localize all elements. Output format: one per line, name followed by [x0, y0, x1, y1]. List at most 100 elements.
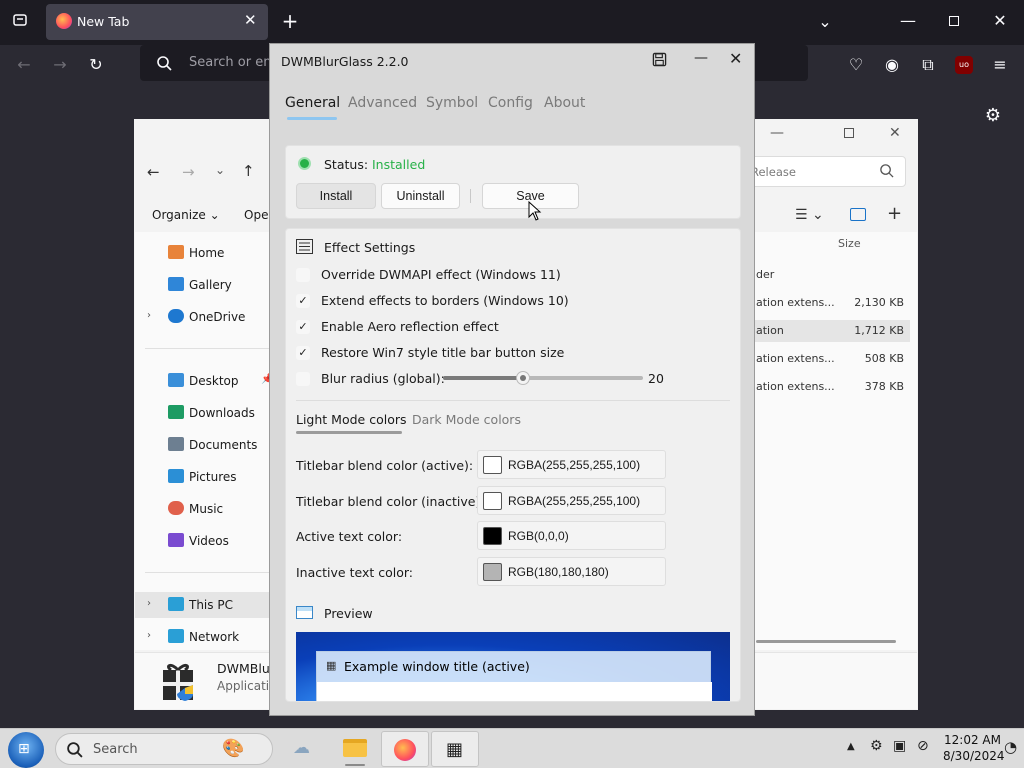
- notifications-icon[interactable]: ◔: [1004, 738, 1017, 756]
- settings-gear-icon[interactable]: ⚙: [983, 106, 1003, 126]
- explorer-back-icon[interactable]: ←: [147, 163, 160, 181]
- nav-item-gallery[interactable]: Gallery: [168, 274, 278, 296]
- clock-date[interactable]: 8/30/2024: [943, 749, 1005, 763]
- nav-item-network[interactable]: Network: [168, 626, 278, 648]
- minimize-icon[interactable]: —: [898, 11, 918, 31]
- slider-thumb[interactable]: [516, 371, 530, 385]
- ublock-icon[interactable]: uo: [955, 56, 973, 74]
- details-pane-icon[interactable]: [850, 208, 866, 221]
- taskbar-file-explorer[interactable]: [331, 731, 379, 767]
- install-button[interactable]: Install: [296, 183, 376, 209]
- active-text-color-picker[interactable]: RGB(0,0,0): [477, 521, 666, 550]
- taskbar-dwmblurglass[interactable]: ▦: [431, 731, 479, 767]
- picture-icon: [168, 469, 184, 483]
- blur-radius-checkbox[interactable]: [296, 372, 310, 386]
- forward-icon[interactable]: →: [50, 55, 70, 75]
- up-folder-icon[interactable]: ↑: [242, 162, 255, 180]
- effect-settings-heading: Effect Settings: [324, 240, 416, 255]
- nav-item-home[interactable]: Home: [168, 242, 278, 264]
- save-config-icon[interactable]: [652, 52, 667, 70]
- tab-symbol[interactable]: Symbol: [426, 95, 478, 111]
- display-icon[interactable]: ▣: [893, 738, 906, 754]
- file-size: 2,130 KB: [854, 296, 904, 309]
- expand-thispc-icon[interactable]: ›: [147, 598, 151, 609]
- color-label: Active text color:: [296, 529, 403, 544]
- expand-network-icon[interactable]: ›: [147, 630, 151, 641]
- nav-item-downloads[interactable]: Downloads: [168, 402, 278, 424]
- override-dwmapi-checkbox[interactable]: [296, 268, 310, 282]
- file-type: ation extens...: [756, 352, 835, 365]
- tab-general[interactable]: General: [285, 95, 340, 111]
- extensions-icon[interactable]: ⧉: [918, 55, 938, 75]
- nav-item-documents[interactable]: Documents: [168, 434, 278, 456]
- network-disconnected-icon[interactable]: ⊘: [917, 738, 929, 754]
- windows-logo-icon: ⊞: [18, 741, 30, 757]
- new-item-icon[interactable]: +: [887, 203, 902, 224]
- status-card: Status: Installed Install Uninstall Save: [285, 145, 741, 219]
- tab-config[interactable]: Config: [488, 95, 533, 111]
- menu-icon[interactable]: ≡: [990, 55, 1010, 75]
- explorer-minimize-icon[interactable]: —: [770, 125, 784, 141]
- organize-menu[interactable]: Organize ⌄: [152, 208, 220, 222]
- recent-locations-icon[interactable]: ⌄: [215, 163, 225, 177]
- aero-reflection-checkbox[interactable]: ✓: [296, 320, 310, 334]
- tab-dark-mode-colors[interactable]: Dark Mode colors: [412, 412, 521, 427]
- clock-time[interactable]: 12:02 AM: [944, 733, 1001, 747]
- explorer-search-box[interactable]: Release: [744, 156, 906, 187]
- running-indicator: [345, 764, 365, 766]
- nav-item-pictures[interactable]: Pictures: [168, 466, 278, 488]
- titlebar-inactive-color-picker[interactable]: RGBA(255,255,255,100): [477, 486, 666, 515]
- nav-divider: [145, 348, 271, 349]
- nav-item-onedrive[interactable]: OneDrive: [168, 306, 278, 328]
- taskbar: ⊞ Search 🎨 ☁ ▦ ▲ ⚙ ▣ ⊘ 12:02 AM 8/30/202…: [0, 728, 1024, 768]
- start-button[interactable]: ⊞: [8, 732, 44, 768]
- color-label: Titlebar blend color (inactive):: [296, 494, 485, 509]
- tray-app-icon[interactable]: ⚙: [870, 738, 883, 754]
- extend-borders-checkbox[interactable]: ✓: [296, 294, 310, 308]
- nav-item-label: This PC: [189, 598, 233, 612]
- win7-buttons-checkbox[interactable]: ✓: [296, 346, 310, 360]
- back-icon[interactable]: ←: [14, 55, 34, 75]
- uninstall-button[interactable]: Uninstall: [381, 183, 460, 209]
- weather-icon[interactable]: ☁: [293, 738, 310, 758]
- color-swatch: [483, 527, 502, 545]
- option-label: Override DWMAPI effect (Windows 11): [321, 267, 561, 282]
- account-icon[interactable]: ◉: [882, 55, 902, 75]
- column-size-header[interactable]: Size: [838, 237, 861, 250]
- explorer-maximize-icon[interactable]: [844, 128, 854, 138]
- music-icon: [168, 501, 184, 515]
- restore-icon[interactable]: [949, 16, 959, 26]
- close-window-icon[interactable]: ✕: [990, 11, 1010, 31]
- blur-radius-slider[interactable]: [443, 371, 643, 385]
- color-value: RGB(180,180,180): [508, 565, 609, 579]
- network-icon: [168, 629, 184, 643]
- browser-tab-new[interactable]: New Tab ✕: [46, 4, 268, 40]
- dwm-close-icon[interactable]: ✕: [729, 49, 742, 68]
- nav-item-videos[interactable]: Videos: [168, 530, 278, 552]
- pocket-icon[interactable]: ♡: [846, 55, 866, 75]
- inactive-text-color-picker[interactable]: RGB(180,180,180): [477, 557, 666, 586]
- taskbar-firefox[interactable]: [381, 731, 429, 767]
- close-tab-icon[interactable]: ✕: [244, 11, 257, 29]
- dwm-minimize-icon[interactable]: —: [694, 50, 708, 66]
- tab-advanced[interactable]: Advanced: [348, 95, 417, 111]
- expand-onedrive-icon[interactable]: ›: [147, 310, 151, 321]
- nav-item-label: Pictures: [189, 470, 237, 484]
- explorer-forward-icon[interactable]: →: [182, 163, 195, 181]
- nav-item-this-pc[interactable]: This PC: [168, 594, 278, 616]
- tab-light-mode-colors[interactable]: Light Mode colors: [296, 412, 407, 427]
- color-value: RGBA(255,255,255,100): [508, 494, 641, 508]
- tab-about[interactable]: About: [544, 95, 585, 111]
- titlebar-active-color-picker[interactable]: RGBA(255,255,255,100): [477, 450, 666, 479]
- new-tab-button[interactable]: +: [280, 11, 300, 31]
- list-tabs-icon[interactable]: ⌄: [815, 12, 835, 32]
- url-input-placeholder: Search or ent: [189, 55, 277, 70]
- show-hidden-icons[interactable]: ▲: [847, 741, 855, 752]
- taskbar-search-box[interactable]: Search 🎨: [55, 733, 273, 765]
- view-options-icon[interactable]: ☰ ⌄: [795, 207, 824, 223]
- horizontal-scrollbar[interactable]: [756, 640, 896, 643]
- reload-icon[interactable]: ↻: [86, 55, 106, 75]
- tab-overview-icon[interactable]: [10, 12, 30, 33]
- nav-item-music[interactable]: Music: [168, 498, 278, 520]
- explorer-close-icon[interactable]: ✕: [889, 125, 901, 141]
